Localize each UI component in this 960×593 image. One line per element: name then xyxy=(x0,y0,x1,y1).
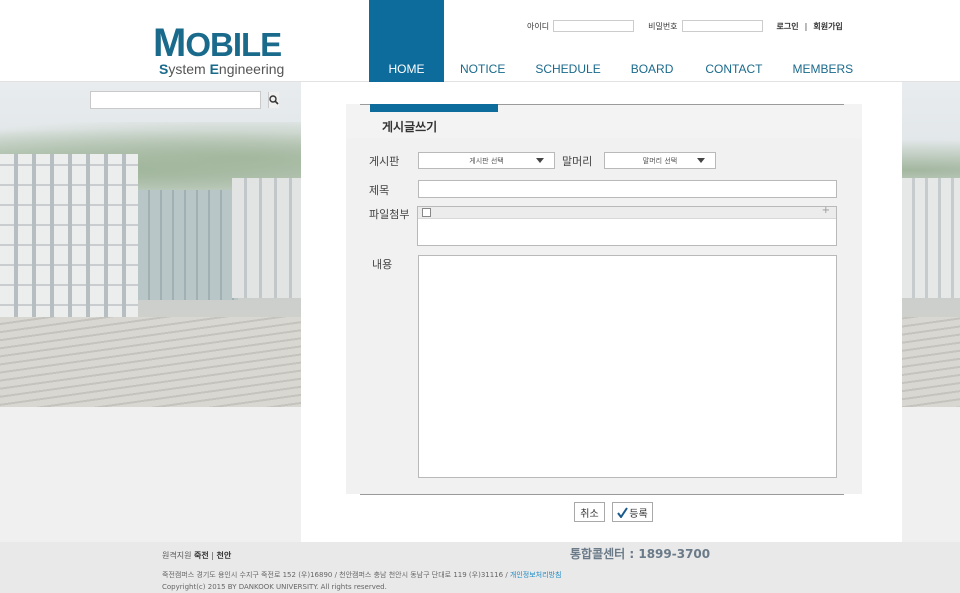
attach-label: 파일첨부 xyxy=(369,208,410,221)
prefix-select[interactable]: 말머리 선택 xyxy=(604,152,716,169)
checkmark-icon xyxy=(617,506,629,518)
nav-home[interactable]: HOME xyxy=(369,0,444,82)
address-text: 죽전캠퍼스 경기도 용인시 수지구 죽전로 152 (우)16890 / 천안캠… xyxy=(162,571,508,579)
site-logo[interactable]: MOBILE System Engineering xyxy=(153,21,293,78)
id-input[interactable] xyxy=(553,20,635,32)
search-input[interactable] xyxy=(91,92,268,108)
background-building xyxy=(232,178,302,298)
id-label: 아이디 xyxy=(527,21,550,31)
search-icon xyxy=(269,95,279,105)
file-attach-box[interactable]: + xyxy=(417,205,837,246)
subject-input[interactable] xyxy=(418,180,837,198)
nav-contact[interactable]: CONTACT xyxy=(705,0,762,82)
campus-jukjeon-link[interactable]: 죽전 xyxy=(194,551,209,560)
logo-subtitle: System Engineering xyxy=(159,61,285,77)
campus-cheonan-link[interactable]: 천안 xyxy=(217,551,232,560)
content-textarea[interactable] xyxy=(418,255,837,478)
campus-links: 원격지원 죽전 | 천안 xyxy=(162,550,231,561)
nav-members[interactable]: MEMBERS xyxy=(793,0,854,82)
add-file-icon[interactable]: + xyxy=(822,205,830,216)
file-attach-toolbar: + xyxy=(418,205,836,219)
board-label: 게시판 xyxy=(369,155,400,168)
divider xyxy=(360,494,844,495)
chevron-down-icon xyxy=(697,158,705,163)
search-box xyxy=(90,91,279,109)
prefix-select-value: 말머리 선택 xyxy=(642,156,678,165)
nav-board[interactable]: BOARD xyxy=(631,0,674,82)
logo-title: MOBILE xyxy=(153,21,282,65)
cancel-button[interactable]: 취소 xyxy=(574,502,605,522)
background-building xyxy=(0,154,138,324)
campus-separator: | xyxy=(211,551,214,560)
site-footer: 원격지원 죽전 | 천안 통합콜센터 : 1899-3700 죽전캠퍼스 경기도… xyxy=(0,542,960,593)
nav-notice[interactable]: NOTICE xyxy=(460,0,505,82)
password-label: 비밀번호 xyxy=(648,21,678,31)
background-building xyxy=(138,190,238,300)
page-title: 게시글쓰기 xyxy=(382,120,438,134)
prefix-label: 말머리 xyxy=(562,155,593,168)
site-header: MOBILE System Engineering HOME NOTICE SC… xyxy=(0,0,960,82)
privacy-policy-link[interactable]: 개인정보처리방침 xyxy=(510,571,562,579)
section-tab-indicator xyxy=(370,104,498,112)
write-form: 게시판 게시판 선택 말머리 말머리 선택 제목 파일첨부 내용 xyxy=(346,138,862,494)
signup-button[interactable]: 회원가입 xyxy=(813,21,842,32)
main-nav: HOME NOTICE SCHEDULE BOARD CONTACT MEMBE… xyxy=(369,0,853,82)
board-select[interactable]: 게시판 선택 xyxy=(418,152,555,169)
login-button[interactable]: 로그인 xyxy=(777,21,799,32)
submit-button-label: 등록 xyxy=(629,508,648,520)
file-select-checkbox[interactable] xyxy=(422,208,431,217)
footer-address: 죽전캠퍼스 경기도 용인시 수지구 죽전로 152 (우)16890 / 천안캠… xyxy=(162,570,561,580)
content-panel: 게시글쓰기 게시판 게시판 선택 말머리 말머리 선택 제목 파일첨부 내용 +… xyxy=(301,82,902,542)
chevron-down-icon xyxy=(536,158,544,163)
nav-schedule[interactable]: SCHEDULE xyxy=(535,0,600,82)
campus-label: 원격지원 xyxy=(162,551,192,560)
background-building xyxy=(902,178,960,298)
login-separator: | xyxy=(804,21,808,31)
login-bar: 아이디 비밀번호 로그인 | 회원가입 xyxy=(527,20,843,32)
password-input[interactable] xyxy=(681,20,763,32)
subject-label: 제목 xyxy=(369,184,390,197)
search-button[interactable] xyxy=(268,92,279,108)
board-select-value: 게시판 선택 xyxy=(469,156,504,165)
submit-button[interactable]: 등록 xyxy=(612,502,653,522)
copyright-text: Copyright(c) 2015 BY DANKOOK UNIVERSITY.… xyxy=(162,583,387,591)
content-label: 내용 xyxy=(372,258,393,271)
callcenter-number: 통합콜센터 : 1899-3700 xyxy=(570,547,711,561)
